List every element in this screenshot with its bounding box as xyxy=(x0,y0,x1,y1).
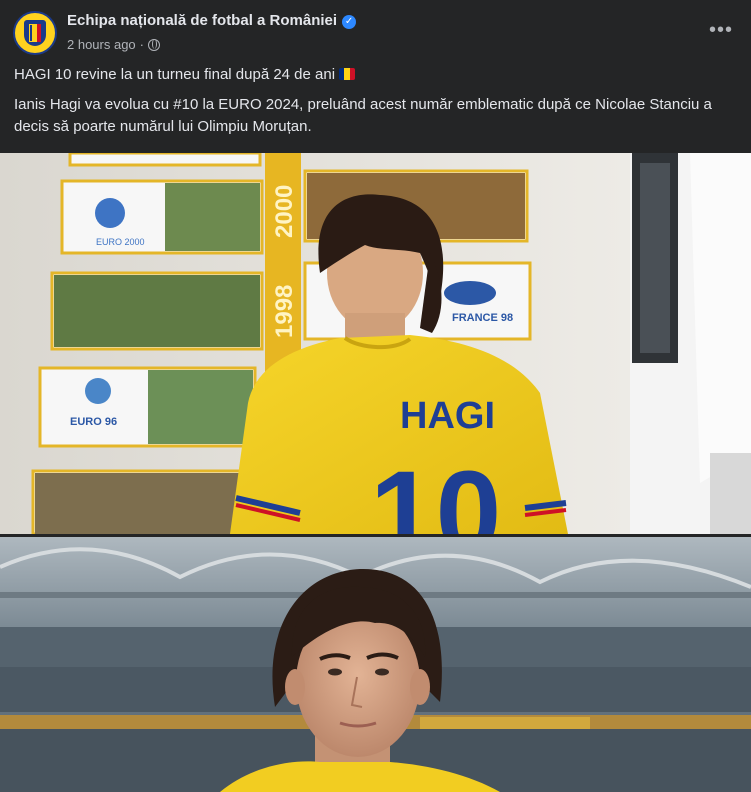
verified-badge-icon: ✓ xyxy=(342,14,357,29)
more-options-icon[interactable]: ••• xyxy=(709,18,733,42)
wall-year-1998: 1998 xyxy=(271,285,298,338)
page-name[interactable]: Echipa națională de fotbal a României xyxy=(67,12,337,29)
globe-icon[interactable] xyxy=(148,38,161,51)
post-text: HAGI 10 revine la un turneu final după 2… xyxy=(14,64,738,146)
post-header: Echipa națională de fotbal a României ✓ 2… xyxy=(0,0,751,60)
post-body: Ianis Hagi va evolua cu #10 la EURO 2024… xyxy=(14,96,712,135)
post-headline: HAGI 10 revine la un turneu final după 2… xyxy=(14,64,738,86)
post-timestamp[interactable]: 2 hours ago xyxy=(67,37,136,52)
tile-euro96-label: EURO 96 xyxy=(70,416,117,428)
tile-france98-label: FRANCE 98 xyxy=(452,312,513,324)
shirt-number: 10 xyxy=(370,447,501,534)
romania-flag-icon xyxy=(339,68,356,80)
post-photo-portrait[interactable] xyxy=(0,537,751,792)
wall-year-2000: 2000 xyxy=(271,185,298,238)
federation-crest-icon xyxy=(24,20,46,46)
meta-separator: · xyxy=(139,37,145,52)
page-name-link[interactable]: Echipa națională de fotbal a României ✓ xyxy=(67,12,357,29)
post-meta: 2 hours ago · xyxy=(67,37,161,52)
post-photo-jersey-back[interactable]: 2000 1998 EURO 2000 FRANCE 98 EURO 96 HA… xyxy=(0,153,751,534)
jersey-photo-illustration: 2000 1998 EURO 2000 FRANCE 98 EURO 96 HA… xyxy=(0,153,751,534)
page-avatar[interactable] xyxy=(13,11,57,55)
portrait-photo-illustration xyxy=(0,537,751,792)
shirt-name: HAGI xyxy=(400,395,495,437)
post-headline-text: HAGI 10 revine la un turneu final după 2… xyxy=(14,66,336,83)
tile-euro2000-label: EURO 2000 xyxy=(96,237,145,247)
